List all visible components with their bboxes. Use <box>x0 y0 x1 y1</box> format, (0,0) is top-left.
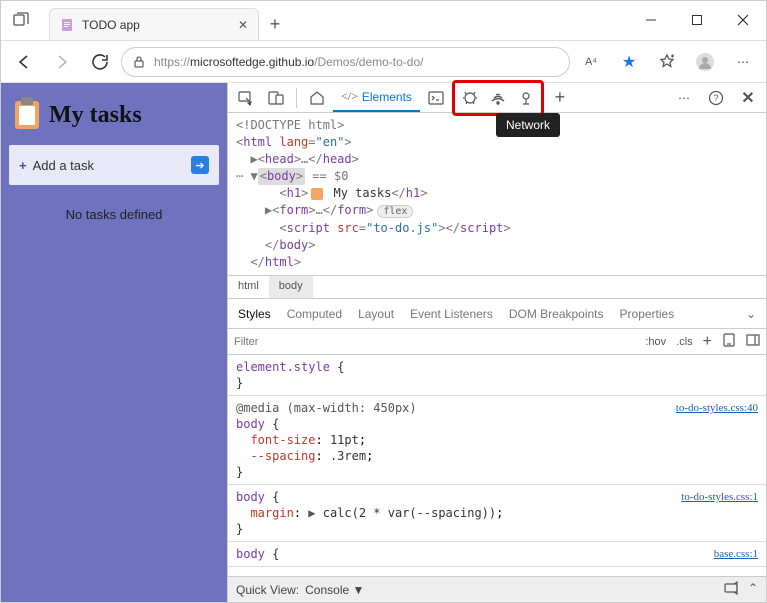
styles-body: element.style { } to-do-styles.css:40 @m… <box>228 355 766 576</box>
computed-tab[interactable]: Computed <box>287 307 342 321</box>
crumb-html[interactable]: html <box>228 276 269 298</box>
quickview-select[interactable]: Console ▼ <box>305 583 364 597</box>
plus-icon: + <box>19 158 27 173</box>
clipboard-mini-icon <box>311 188 323 200</box>
styles-tab[interactable]: Styles <box>238 307 271 321</box>
add-tab-button[interactable]: + <box>546 84 574 112</box>
style-rule[interactable]: base.css:1 body { <box>228 542 766 567</box>
device-emulation-button[interactable] <box>262 84 290 112</box>
breadcrumb: html body <box>228 275 766 299</box>
source-link[interactable]: to-do-styles.css:1 <box>681 489 758 505</box>
welcome-tab-button[interactable] <box>303 84 331 112</box>
window-maximize-button[interactable] <box>674 0 720 40</box>
event-listeners-tab[interactable]: Event Listeners <box>410 307 493 321</box>
issues-tab-button[interactable] <box>456 84 484 112</box>
new-tab-button[interactable]: + <box>259 8 291 40</box>
refresh-button[interactable] <box>83 45 117 79</box>
devtools-panel: </> Elements + ⋯ ? ✕ Network <!DOCTYPE h… <box>227 83 766 602</box>
network-tab-button[interactable] <box>484 84 512 112</box>
tabs-overview-button[interactable] <box>1 0 41 40</box>
empty-state-text: No tasks defined <box>9 207 219 222</box>
submit-arrow-icon[interactable]: ➔ <box>191 156 209 174</box>
devtools-toolbar: </> Elements + ⋯ ? ✕ Network <box>228 83 766 113</box>
address-bar[interactable]: https://microsoftedge.github.io/Demos/de… <box>121 47 570 77</box>
svg-text:?: ? <box>713 93 718 103</box>
devtools-close-button[interactable]: ✕ <box>734 84 762 112</box>
window-close-button[interactable] <box>720 0 766 40</box>
rendered-page: My tasks +Add a task ➔ No tasks defined <box>1 83 227 602</box>
styles-filter-input[interactable] <box>234 336 645 348</box>
document-icon <box>60 18 74 32</box>
dom-breakpoints-tab[interactable]: DOM Breakpoints <box>509 307 604 321</box>
cls-toggle[interactable]: .cls <box>676 336 693 348</box>
issues-shortcut-icon[interactable] <box>724 581 738 598</box>
elements-tab[interactable]: </> Elements <box>333 84 420 112</box>
back-button[interactable] <box>7 45 41 79</box>
crumb-body[interactable]: body <box>269 276 313 298</box>
devtools-more-button[interactable]: ⋯ <box>670 84 698 112</box>
device-styles-button[interactable] <box>722 333 736 350</box>
style-rule[interactable]: to-do-styles.css:1 body { margin: ▶ calc… <box>228 485 766 542</box>
profile-button[interactable] <box>688 45 722 79</box>
more-button[interactable]: ⋯ <box>726 45 760 79</box>
source-link[interactable]: to-do-styles.css:40 <box>676 400 758 416</box>
style-rule[interactable]: to-do-styles.css:40 @media (max-width: 4… <box>228 396 766 485</box>
window-minimize-button[interactable] <box>628 0 674 40</box>
layout-tab[interactable]: Layout <box>358 307 394 321</box>
tab-title: TODO app <box>82 18 230 32</box>
chevron-down-icon[interactable]: ⌄ <box>746 307 756 321</box>
dom-tree[interactable]: <!DOCTYPE html> <html lang="en"> ▶<head>… <box>228 113 766 275</box>
quickview-expand-icon[interactable]: ⌃ <box>748 581 758 598</box>
quick-view-bar: Quick View: Console ▼ ⌃ <box>228 576 766 602</box>
collections-button[interactable] <box>650 45 684 79</box>
add-task-input[interactable]: +Add a task ➔ <box>9 145 219 185</box>
browser-tab[interactable]: TODO app ✕ <box>49 8 259 40</box>
styles-tabstrip: Styles Computed Layout Event Listeners D… <box>228 299 766 329</box>
clipboard-icon <box>15 101 39 129</box>
console-tab-button[interactable] <box>422 84 450 112</box>
url-text: https://microsoftedge.github.io/Demos/de… <box>154 55 424 69</box>
devtools-help-button[interactable]: ? <box>702 84 730 112</box>
flex-badge[interactable]: flex <box>377 205 413 218</box>
read-aloud-button[interactable]: A⁴ <box>574 45 608 79</box>
favorite-button[interactable]: ★ <box>612 45 646 79</box>
highlighted-tools <box>452 80 544 116</box>
computed-sidebar-toggle[interactable] <box>746 333 760 350</box>
page-title: My tasks <box>15 101 213 129</box>
inspect-element-button[interactable] <box>232 84 260 112</box>
forward-button <box>45 45 79 79</box>
hov-toggle[interactable]: :hov <box>645 336 666 348</box>
properties-tab[interactable]: Properties <box>620 307 675 321</box>
new-style-rule-button[interactable]: + <box>703 333 712 351</box>
source-link[interactable]: base.css:1 <box>714 546 758 562</box>
lock-icon <box>132 55 146 69</box>
network-tooltip: Network <box>496 113 560 137</box>
tab-close-button[interactable]: ✕ <box>238 18 248 32</box>
style-rule[interactable]: element.style { } <box>228 355 766 396</box>
lighthouse-tab-button[interactable] <box>512 84 540 112</box>
